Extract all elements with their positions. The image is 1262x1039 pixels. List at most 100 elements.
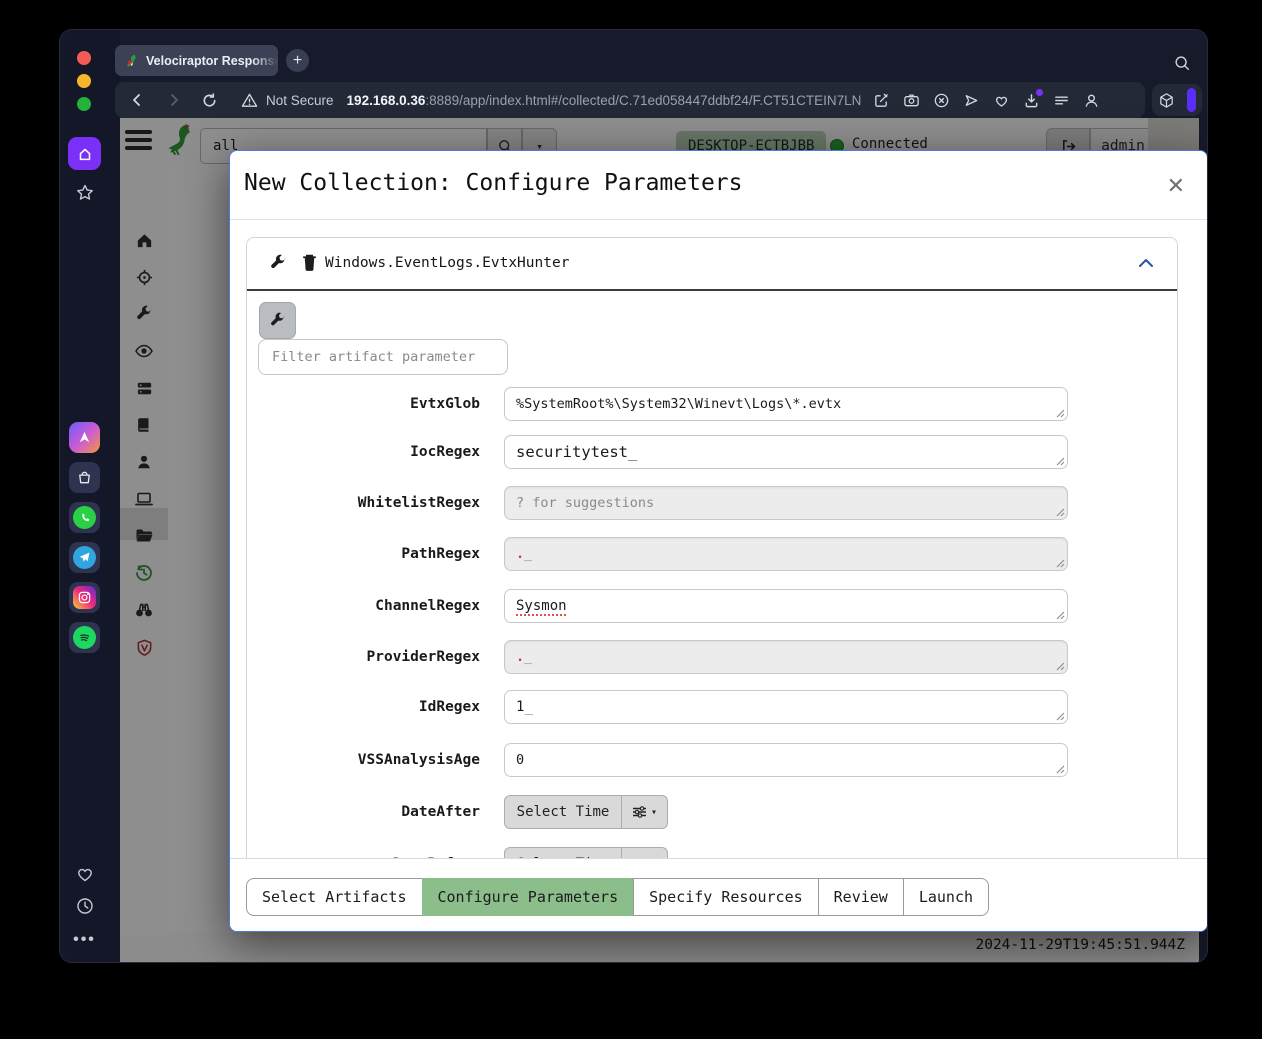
field-value: 0 — [516, 752, 524, 768]
close-window-button[interactable] — [77, 51, 91, 65]
artifact-name: Windows.EventLogs.EvtxHunter — [325, 255, 569, 271]
filter-parameter-input[interactable]: Filter artifact parameter — [258, 339, 508, 375]
screenshot-camera-icon[interactable] — [903, 92, 920, 109]
app-shortcut-gradient[interactable] — [69, 422, 100, 453]
browser-tab[interactable]: Velociraptor Response a — [115, 45, 278, 76]
home-button[interactable] — [68, 137, 101, 170]
downloads-icon[interactable] — [1023, 92, 1040, 109]
field-value: . — [516, 649, 524, 665]
app-shortcut-spotify[interactable] — [69, 622, 100, 653]
search-icon[interactable] — [1173, 54, 1191, 72]
profile-icon[interactable] — [1083, 92, 1100, 109]
history-clock-icon[interactable] — [74, 895, 95, 916]
extensions-group[interactable] — [1152, 84, 1202, 116]
dateafter-options-button[interactable]: ▾ — [621, 795, 668, 829]
share-send-icon[interactable] — [963, 92, 980, 109]
field-label: ProviderRegex — [247, 640, 480, 674]
edit-page-icon[interactable] — [873, 92, 890, 109]
field-placeholder: ? for suggestions — [516, 495, 654, 511]
idregex-textarea[interactable]: 1_ — [504, 690, 1068, 724]
text-cursor: _ — [628, 443, 637, 461]
download-badge-dot — [1036, 89, 1043, 96]
resize-handle-icon[interactable] — [1056, 457, 1065, 466]
iocregex-textarea[interactable]: securitytest_ — [504, 435, 1068, 469]
text-cursor: _ — [524, 699, 532, 715]
field-label: VSSAnalysisAge — [247, 743, 480, 777]
app-shortcut-telegram[interactable] — [69, 542, 100, 573]
not-secure-warning-icon — [241, 92, 258, 109]
field-label: EvtxGlob — [247, 387, 480, 421]
step-specify-resources[interactable]: Specify Resources — [633, 878, 819, 916]
field-value: 1 — [516, 699, 524, 715]
field-label: WhitelistRegex — [247, 486, 480, 520]
field-value: . — [516, 546, 524, 562]
browser-window: ••• Velociraptor Response a + — [60, 30, 1207, 962]
step-launch[interactable]: Launch — [903, 878, 989, 916]
modal-footer: Select Artifacts Configure Parameters Sp… — [230, 858, 1207, 932]
dateafter-select-time-button[interactable]: Select Time — [504, 795, 622, 829]
text-cursor: _ — [524, 546, 532, 562]
evtxglob-textarea[interactable]: %SystemRoot%\System32\Winevt\Logs\*.evtx — [504, 387, 1068, 421]
app-shortcut-store[interactable] — [69, 462, 100, 493]
url-host: 192.168.0.36 — [347, 93, 426, 108]
forward-icon[interactable] — [166, 92, 182, 108]
favorites-star-icon[interactable] — [74, 182, 95, 203]
tab-title-fade — [252, 45, 278, 76]
url-path: :8889/app/index.html#/collected/C.71ed05… — [425, 93, 861, 108]
browser-sidebar: ••• — [60, 30, 120, 962]
whatsapp-icon — [73, 506, 96, 529]
pathregex-textarea[interactable]: ._ — [504, 537, 1068, 571]
shield-block-icon[interactable] — [933, 92, 950, 109]
back-icon[interactable] — [129, 92, 145, 108]
modal-title: New Collection: Configure Parameters — [244, 170, 743, 196]
maximize-window-button[interactable] — [77, 97, 91, 111]
collapse-chevron-up-icon[interactable] — [1137, 256, 1155, 270]
vssanalysisage-textarea[interactable]: 0 — [504, 743, 1068, 777]
library-heart-icon[interactable] — [74, 863, 95, 884]
parameter-wrench-toggle[interactable] — [259, 302, 296, 339]
new-collection-modal: New Collection: Configure Parameters ✕ W… — [229, 150, 1207, 932]
artifact-card-header[interactable]: Windows.EventLogs.EvtxHunter — [247, 238, 1177, 291]
spotify-icon — [73, 626, 96, 649]
extension-cube-icon[interactable] — [1158, 92, 1175, 109]
reload-icon[interactable] — [201, 92, 218, 109]
field-label: ChannelRegex — [247, 589, 480, 623]
extension-indicator-pill[interactable] — [1187, 88, 1196, 112]
resize-handle-icon[interactable] — [1056, 765, 1065, 774]
field-label: DateAfter — [247, 795, 480, 829]
field-label: IocRegex — [247, 435, 480, 469]
modal-header: New Collection: Configure Parameters ✕ — [230, 151, 1207, 220]
channelregex-textarea[interactable]: Sysmon — [504, 589, 1068, 623]
resize-handle-icon[interactable] — [1056, 662, 1065, 671]
minimize-window-button[interactable] — [77, 74, 91, 88]
cursor-arrow-icon — [77, 430, 92, 445]
whitelistregex-textarea[interactable]: ? for suggestions — [504, 486, 1068, 520]
trash-icon[interactable] — [301, 253, 318, 272]
step-configure-parameters[interactable]: Configure Parameters — [422, 878, 635, 916]
reading-list-icon[interactable] — [1053, 92, 1070, 109]
new-tab-button[interactable]: + — [286, 49, 309, 72]
close-icon[interactable]: ✕ — [1167, 173, 1185, 199]
providerregex-textarea[interactable]: ._ — [504, 640, 1068, 674]
chevron-down-icon: ▾ — [651, 807, 657, 818]
url-text: 192.168.0.36:8889/app/index.html#/collec… — [347, 93, 862, 108]
step-select-artifacts[interactable]: Select Artifacts — [246, 878, 423, 916]
address-bar[interactable]: Not Secure 192.168.0.36:8889/app/index.h… — [115, 82, 1145, 118]
field-value: Sysmon — [516, 598, 567, 614]
velociraptor-app: all ▾ DESKTOP-ECTBJBB Connected admin — [120, 118, 1199, 962]
resize-handle-icon[interactable] — [1056, 611, 1065, 620]
app-shortcut-whatsapp[interactable] — [69, 502, 100, 533]
sliders-icon — [632, 805, 647, 819]
resize-handle-icon[interactable] — [1056, 559, 1065, 568]
field-label: PathRegex — [247, 537, 480, 571]
step-review[interactable]: Review — [818, 878, 904, 916]
app-shortcut-instagram[interactable] — [69, 582, 100, 613]
resize-handle-icon[interactable] — [1056, 409, 1065, 418]
resize-handle-icon[interactable] — [1056, 508, 1065, 517]
favorite-heart-icon[interactable] — [993, 92, 1010, 109]
velociraptor-favicon — [123, 53, 139, 69]
field-label: IdRegex — [247, 690, 480, 724]
configure-wrench-icon[interactable] — [269, 254, 287, 272]
resize-handle-icon[interactable] — [1056, 712, 1065, 721]
more-options-icon[interactable]: ••• — [74, 929, 95, 950]
